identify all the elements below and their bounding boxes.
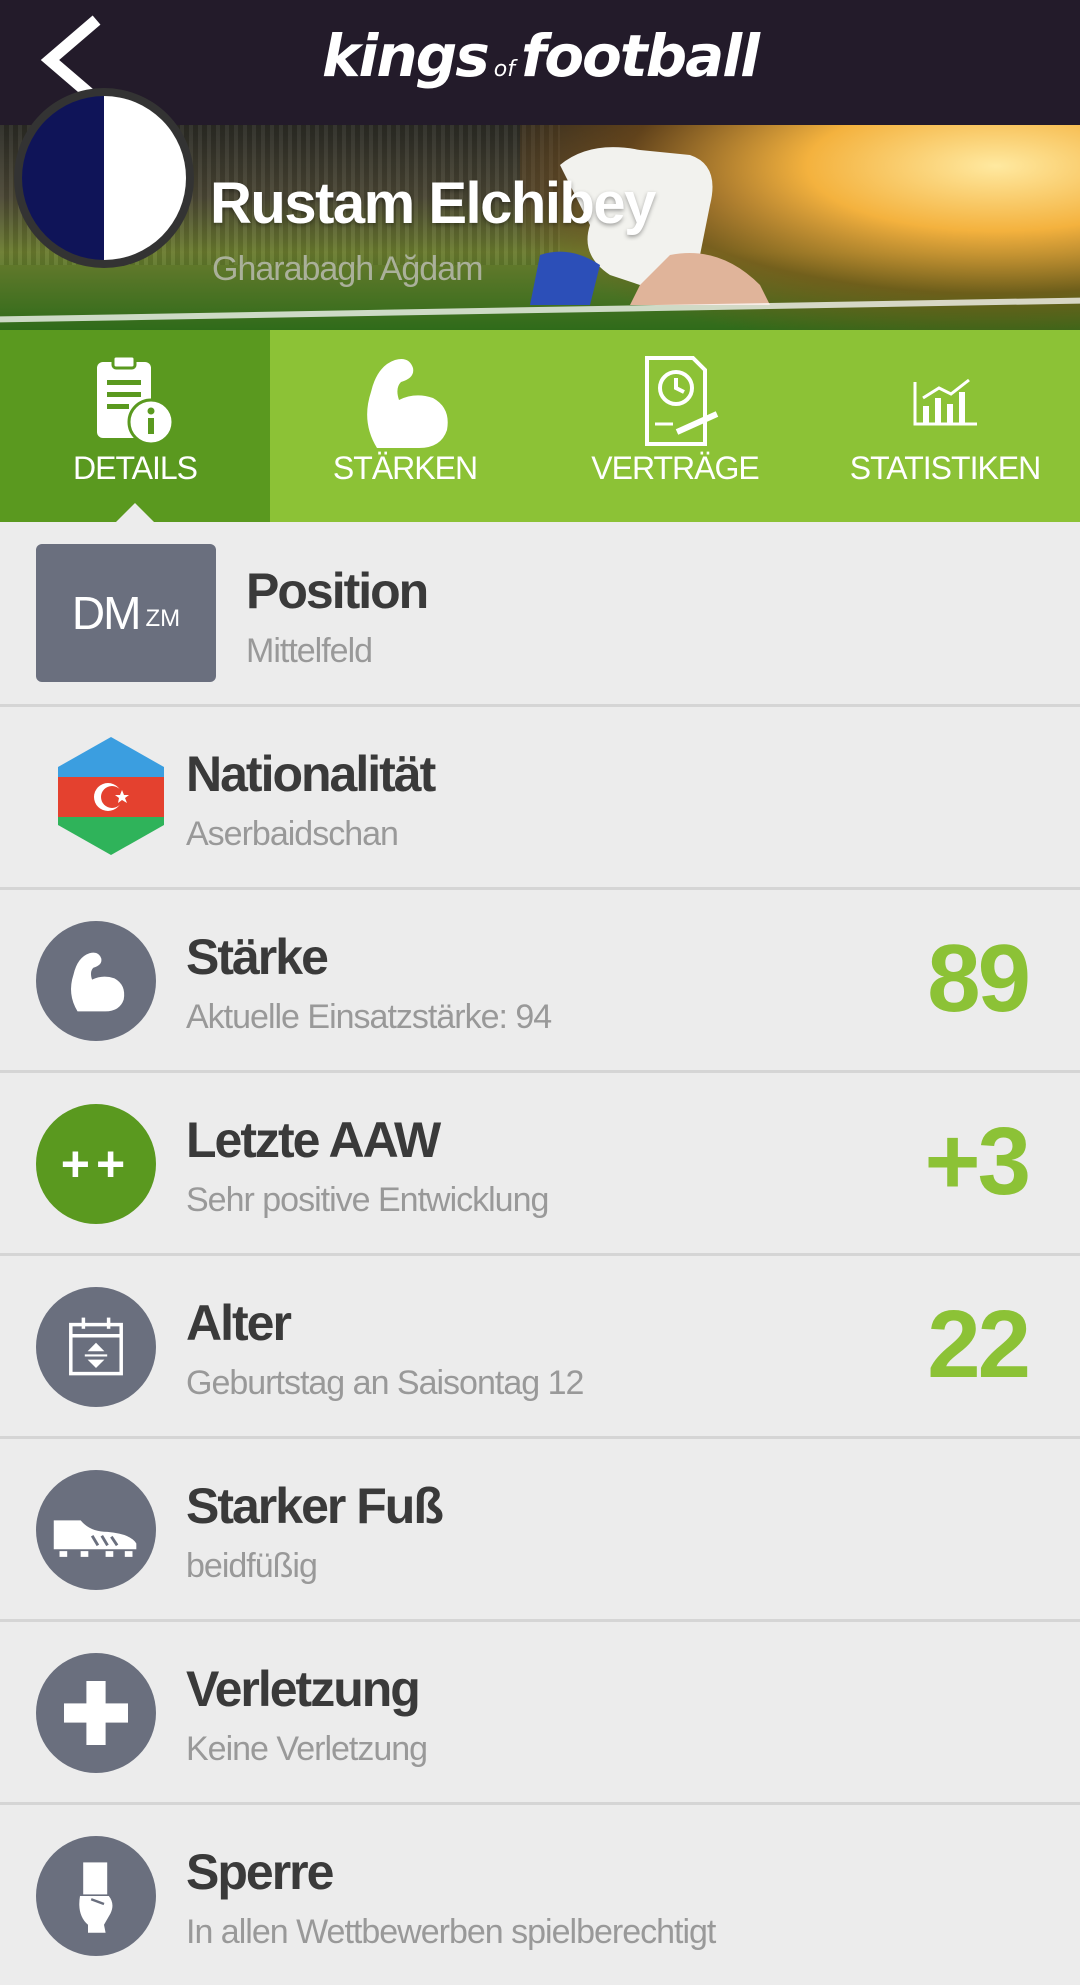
row-title: Letzte AAW	[186, 1112, 441, 1168]
row-title: Starker Fuß	[186, 1478, 444, 1534]
active-tab-caret	[115, 503, 155, 523]
row-title: Sperre	[186, 1844, 334, 1900]
row-subtitle: Sehr positive Entwicklung	[186, 1181, 549, 1219]
detail-row-nationality: Nationalität Aserbaidschan	[0, 705, 1080, 890]
strength-value: 89	[927, 925, 1031, 1032]
detail-row-suspension: Sperre In allen Wettbewerben spielberech…	[0, 1803, 1080, 1985]
detail-row-age: Alter Geburtstag an Saisontag 12 22	[0, 1254, 1080, 1439]
suspension-icon-circle	[36, 1836, 156, 1956]
calendar-icon	[69, 1317, 123, 1376]
club-name: Gharabagh Ağdam	[212, 250, 483, 288]
row-subtitle: In allen Wettbewerben spielberechtigt	[186, 1913, 716, 1951]
tab-bar: DETAILS STÄRKEN VERTRÄGE STATISTIKEN	[0, 330, 1080, 523]
row-title: Position	[246, 563, 429, 619]
tab-details-label: DETAILS	[73, 450, 198, 486]
row-subtitle: Keine Verletzung	[186, 1730, 428, 1768]
top-bar: kings of football	[0, 0, 1080, 125]
row-subtitle: Aserbaidschan	[186, 815, 399, 853]
tab-vertraege[interactable]: VERTRÄGE	[540, 330, 810, 522]
aaw-badge-text: ++	[60, 1136, 132, 1192]
aaw-value: +3	[924, 1108, 1031, 1215]
tab-statistiken[interactable]: STATISTIKEN	[810, 330, 1080, 522]
aaw-badge: ++	[36, 1104, 156, 1224]
age-value: 22	[927, 1291, 1031, 1398]
logo-word-football: football	[520, 22, 760, 90]
logo-word-of: of	[493, 57, 515, 82]
detail-row-last-aaw: ++ Letzte AAW Sehr positive Entwicklung …	[0, 1071, 1080, 1256]
injury-icon-circle	[36, 1653, 156, 1773]
row-subtitle: beidfüßig	[186, 1547, 318, 1585]
row-title: Alter	[186, 1295, 292, 1351]
strength-icon-circle	[36, 921, 156, 1041]
football-boot-icon	[53, 1520, 137, 1557]
row-subtitle: Mittelfeld	[246, 632, 373, 670]
bicep-icon	[71, 952, 125, 1012]
club-badge-colors	[22, 96, 186, 260]
club-badge	[14, 88, 194, 268]
document-info-icon	[97, 354, 175, 446]
row-title: Stärke	[186, 929, 329, 985]
logo-word-kings: kings	[321, 22, 490, 90]
position-main: DM	[71, 587, 142, 639]
azerbaijan-flag-icon	[58, 737, 164, 855]
detail-row-strong-foot: Starker Fuß beidfüßig	[0, 1437, 1080, 1622]
tab-details[interactable]: DETAILS	[0, 330, 270, 523]
tab-staerken[interactable]: STÄRKEN	[270, 330, 540, 522]
row-subtitle: Aktuelle Einsatzstärke: 94	[186, 998, 552, 1036]
age-icon-circle	[36, 1287, 156, 1407]
player-name: Rustam Elchibey	[210, 171, 656, 236]
detail-row-injury: Verletzung Keine Verletzung	[0, 1620, 1080, 1805]
tab-vertraege-label: VERTRÄGE	[591, 450, 759, 486]
bar-chart-icon	[913, 378, 977, 426]
position-alt: ZM	[145, 605, 181, 632]
detail-row-strength: Stärke Aktuelle Einsatzstärke: 94 89	[0, 888, 1080, 1073]
contract-clock-icon	[645, 356, 719, 446]
position-badge: DM ZM	[36, 544, 216, 682]
hand-card-icon	[79, 1862, 113, 1933]
medical-cross-icon	[64, 1681, 128, 1745]
row-title: Verletzung	[186, 1661, 421, 1717]
app-logo: kings of football	[0, 22, 1080, 90]
row-subtitle: Geburtstag an Saisontag 12	[186, 1364, 584, 1402]
tab-staerken-label: STÄRKEN	[332, 450, 478, 486]
tab-statistiken-label: STATISTIKEN	[849, 450, 1042, 486]
foot-icon-circle	[36, 1470, 156, 1590]
bicep-icon	[367, 359, 448, 448]
detail-row-position: DM ZM Position Mittelfeld	[0, 522, 1080, 707]
row-title: Nationalität	[186, 746, 436, 802]
